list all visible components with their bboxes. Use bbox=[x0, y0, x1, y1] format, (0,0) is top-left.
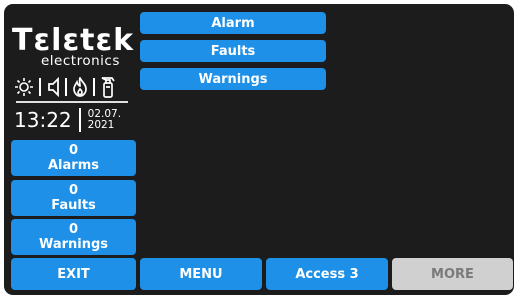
exit-button[interactable]: EXIT bbox=[11, 258, 136, 290]
clock-time: 13:22 bbox=[14, 108, 72, 132]
sun-icon bbox=[14, 77, 34, 97]
more-button[interactable]: MORE bbox=[392, 258, 513, 290]
faults-label: Faults bbox=[51, 198, 96, 213]
menu-button[interactable]: MENU bbox=[140, 258, 262, 290]
icon-separator bbox=[65, 78, 67, 96]
warnings-label: Warnings bbox=[38, 237, 109, 252]
clock-date: 02.07. 2021 bbox=[88, 109, 121, 131]
status-icons bbox=[14, 76, 116, 98]
alarms-counter-button[interactable]: 0 Alarms bbox=[11, 140, 136, 176]
warnings-count: 0 bbox=[68, 222, 79, 237]
clock-date-year: 2021 bbox=[87, 119, 115, 131]
brand-subtitle: electronics bbox=[41, 53, 120, 69]
faults-counter-button[interactable]: 0 Faults bbox=[11, 180, 136, 216]
alarms-label: Alarms bbox=[48, 158, 99, 173]
alarms-count: 0 bbox=[68, 143, 79, 158]
tab-alarm[interactable]: Alarm bbox=[140, 12, 326, 34]
clock-separator bbox=[78, 108, 81, 132]
tab-warnings[interactable]: Warnings bbox=[140, 68, 326, 90]
flame-icon bbox=[72, 77, 88, 97]
faults-count: 0 bbox=[68, 183, 79, 198]
speaker-icon bbox=[46, 77, 60, 97]
extinguisher-icon bbox=[100, 76, 116, 98]
tab-faults[interactable]: Faults bbox=[140, 40, 326, 62]
icon-underline bbox=[16, 101, 128, 103]
clock: 13:22 02.07. 2021 bbox=[14, 108, 121, 132]
panel-screen: Tεlεtεk electronics 13:22 02.07. 2021 Al… bbox=[4, 4, 514, 295]
brand-logo: Tεlεtεk bbox=[12, 23, 135, 58]
access-level-button[interactable]: Access 3 bbox=[266, 258, 388, 290]
icon-separator bbox=[39, 78, 41, 96]
icon-separator bbox=[93, 78, 95, 96]
warnings-counter-button[interactable]: 0 Warnings bbox=[11, 219, 136, 255]
